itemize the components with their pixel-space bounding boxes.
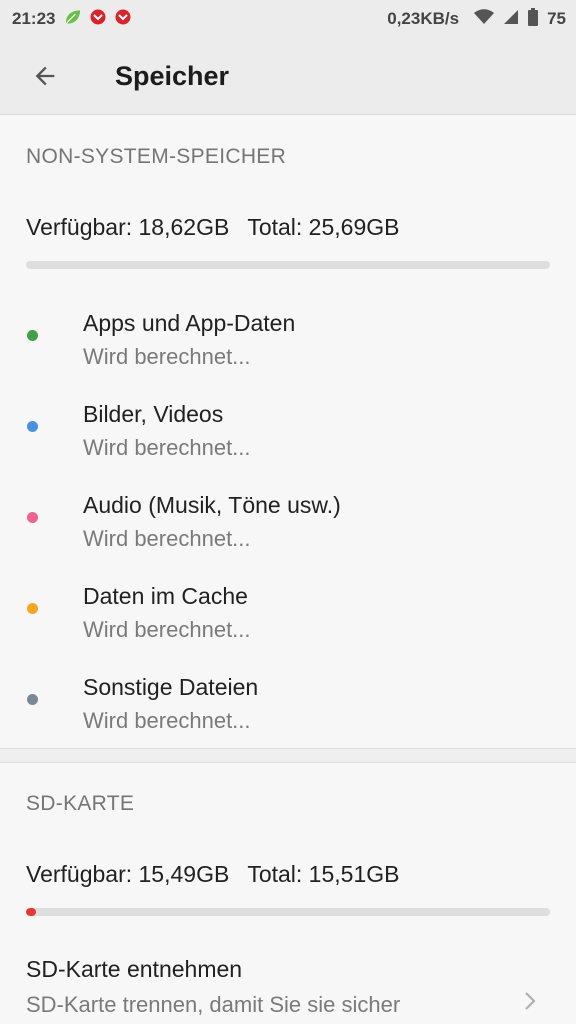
notification-icon: [90, 9, 106, 30]
section-header-sd: SD-KARTE: [26, 792, 135, 815]
storage-category-item[interactable]: Apps und App-Daten Wird berechnet...: [0, 308, 576, 398]
clock: 21:23: [12, 9, 56, 28]
category-color-dot: [27, 421, 38, 432]
sd-storage-bar: [26, 908, 550, 916]
arrow-back-icon: [35, 66, 55, 86]
category-label: Daten im Cache: [83, 583, 248, 609]
battery-icon: [528, 7, 539, 31]
category-color-dot: [27, 603, 38, 614]
storage-category-item[interactable]: Audio (Musik, Töne usw.) Wird berechnet..…: [0, 490, 576, 580]
category-label: Bilder, Videos: [83, 401, 224, 427]
total-label: Total: 15,51GB: [247, 861, 400, 887]
available-label: Verfügbar: 15,49GB: [26, 861, 230, 887]
eject-sd-card-item[interactable]: SD-Karte entnehmen SD-Karte trennen, dam…: [0, 950, 576, 1024]
network-speed: 0,23KB/s: [387, 9, 460, 28]
category-color-dot: [27, 694, 38, 705]
category-status: Wird berechnet...: [83, 708, 251, 733]
category-color-dot: [27, 512, 38, 523]
page-title: Speicher: [115, 60, 230, 91]
status-bar: 21:23 0,23KB/s 75: [0, 0, 576, 38]
category-label: Sonstige Dateien: [83, 674, 259, 700]
app-bar: Speicher: [0, 38, 576, 115]
category-color-dot: [27, 330, 38, 341]
sd-storage-bar-fill: [26, 908, 37, 916]
leaf-icon: [64, 9, 81, 30]
battery-level: 75: [547, 9, 566, 28]
total-label: Total: 25,69GB: [247, 214, 400, 240]
notification-icon: [115, 9, 131, 30]
available-label: Verfügbar: 18,62GB: [26, 214, 230, 240]
internal-storage-bar: [26, 261, 550, 269]
chevron-right-icon: [525, 992, 536, 1010]
internal-storage-summary: Verfügbar: 18,62GB Total: 25,69GB: [26, 214, 417, 241]
category-status: Wird berechnet...: [83, 344, 251, 369]
wifi-icon: [474, 8, 495, 30]
category-status: Wird berechnet...: [83, 435, 251, 460]
category-status: Wird berechnet...: [83, 617, 251, 642]
category-label: Apps und App-Daten: [83, 310, 296, 336]
section-header-internal: NON-SYSTEM-SPEICHER: [26, 145, 287, 168]
back-button[interactable]: [0, 38, 90, 114]
signal-icon: [503, 9, 519, 30]
eject-subtitle: SD-Karte trennen, damit Sie sie sicher: [26, 992, 401, 1017]
eject-title: SD-Karte entnehmen: [26, 956, 243, 982]
storage-category-item[interactable]: Bilder, Videos Wird berechnet...: [0, 399, 576, 489]
storage-category-item[interactable]: Daten im Cache Wird berechnet...: [0, 581, 576, 671]
category-status: Wird berechnet...: [83, 526, 251, 551]
category-label: Audio (Musik, Töne usw.): [83, 492, 341, 518]
sd-storage-summary: Verfügbar: 15,49GB Total: 15,51GB: [26, 861, 417, 888]
section-divider: [0, 748, 576, 763]
